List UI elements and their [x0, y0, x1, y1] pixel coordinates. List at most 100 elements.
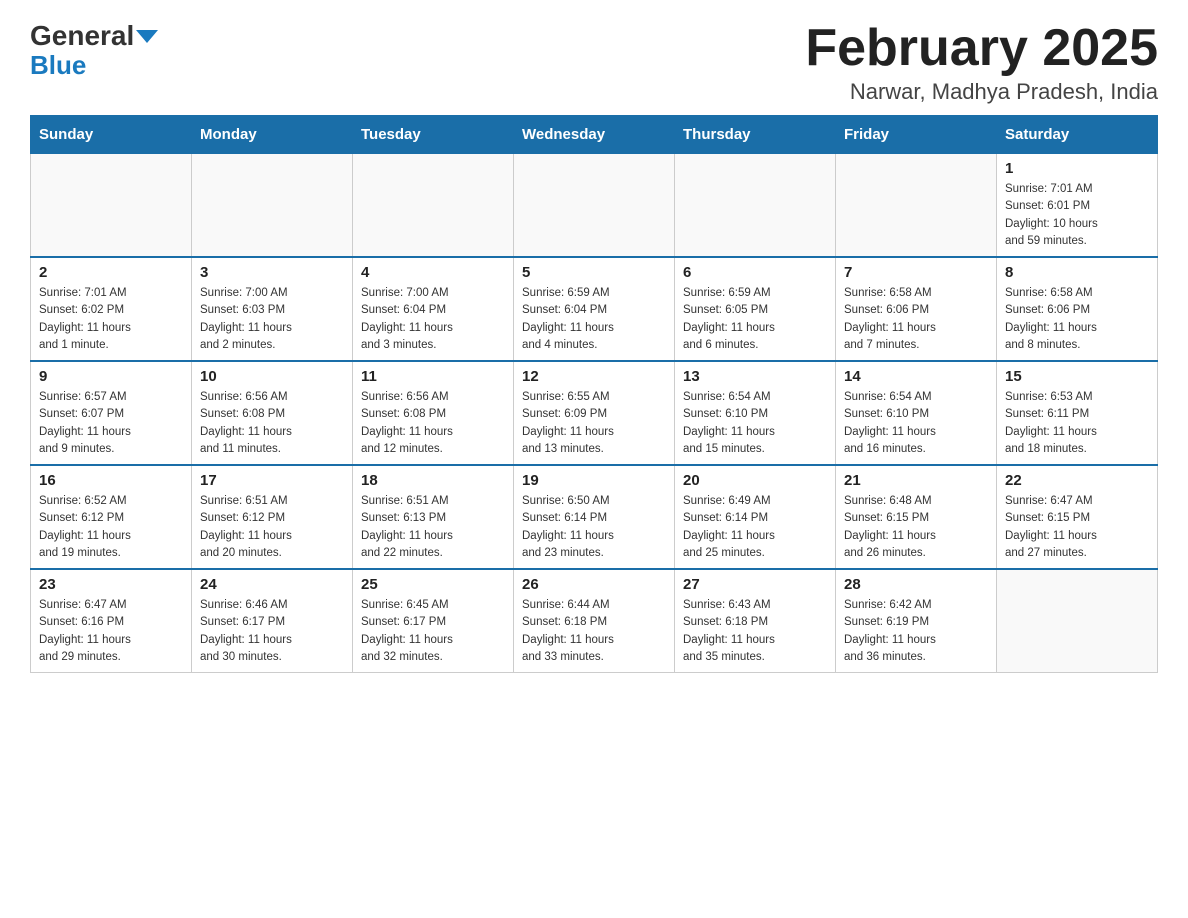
subtitle: Narwar, Madhya Pradesh, India — [805, 79, 1158, 105]
day-number: 27 — [683, 576, 827, 593]
calendar-day-cell: 13 Sunrise: 6:54 AMSunset: 6:10 PMDayligh… — [675, 361, 836, 465]
day-number: 23 — [39, 576, 183, 593]
title-block: February 2025 Narwar, Madhya Pradesh, In… — [805, 20, 1158, 105]
calendar-day-cell — [31, 154, 192, 258]
day-info: Sunrise: 6:47 AMSunset: 6:15 PMDaylight:… — [1005, 493, 1149, 562]
calendar-week-row: 9 Sunrise: 6:57 AMSunset: 6:07 PMDaylight… — [31, 361, 1158, 465]
calendar-day-cell: 27 Sunrise: 6:43 AMSunset: 6:18 PMDayligh… — [675, 569, 836, 673]
calendar-day-cell: 20 Sunrise: 6:49 AMSunset: 6:14 PMDayligh… — [675, 465, 836, 569]
day-info: Sunrise: 6:42 AMSunset: 6:19 PMDaylight:… — [844, 597, 988, 666]
day-info: Sunrise: 7:00 AMSunset: 6:04 PMDaylight:… — [361, 285, 505, 354]
day-number: 19 — [522, 472, 666, 489]
day-number: 6 — [683, 264, 827, 281]
calendar-day-cell: 24 Sunrise: 6:46 AMSunset: 6:17 PMDayligh… — [192, 569, 353, 673]
calendar-day-cell: 23 Sunrise: 6:47 AMSunset: 6:16 PMDayligh… — [31, 569, 192, 673]
calendar-table: SundayMondayTuesdayWednesdayThursdayFrid… — [30, 115, 1158, 673]
logo-general-text: General — [30, 20, 134, 52]
day-number: 26 — [522, 576, 666, 593]
calendar-day-cell: 4Sunrise: 7:00 AMSunset: 6:04 PMDaylight… — [353, 257, 514, 361]
logo-arrow-icon — [136, 30, 158, 43]
calendar-day-cell: 11 Sunrise: 6:56 AMSunset: 6:08 PMDayligh… — [353, 361, 514, 465]
day-info: Sunrise: 6:46 AMSunset: 6:17 PMDaylight:… — [200, 597, 344, 666]
calendar-week-row: 1 Sunrise: 7:01 AMSunset: 6:01 PMDaylight… — [31, 154, 1158, 258]
day-info: Sunrise: 6:52 AMSunset: 6:12 PMDaylight:… — [39, 493, 183, 562]
weekday-header-friday: Friday — [836, 116, 997, 154]
day-info: Sunrise: 6:51 AMSunset: 6:13 PMDaylight:… — [361, 493, 505, 562]
day-info: Sunrise: 6:59 AMSunset: 6:04 PMDaylight:… — [522, 285, 666, 354]
day-info: Sunrise: 6:49 AMSunset: 6:14 PMDaylight:… — [683, 493, 827, 562]
day-number: 3 — [200, 264, 344, 281]
calendar-day-cell — [353, 154, 514, 258]
calendar-day-cell: 5 Sunrise: 6:59 AMSunset: 6:04 PMDaylight… — [514, 257, 675, 361]
day-number: 8 — [1005, 264, 1149, 281]
logo-blue-text: Blue — [30, 50, 86, 81]
day-info: Sunrise: 6:59 AMSunset: 6:05 PMDaylight:… — [683, 285, 827, 354]
weekday-header-wednesday: Wednesday — [514, 116, 675, 154]
day-number: 28 — [844, 576, 988, 593]
calendar-day-cell: 26 Sunrise: 6:44 AMSunset: 6:18 PMDayligh… — [514, 569, 675, 673]
day-number: 20 — [683, 472, 827, 489]
calendar-day-cell: 2 Sunrise: 7:01 AMSunset: 6:02 PMDaylight… — [31, 257, 192, 361]
day-info: Sunrise: 6:51 AMSunset: 6:12 PMDaylight:… — [200, 493, 344, 562]
calendar-day-cell: 3 Sunrise: 7:00 AMSunset: 6:03 PMDaylight… — [192, 257, 353, 361]
calendar-day-cell: 7Sunrise: 6:58 AMSunset: 6:06 PMDaylight… — [836, 257, 997, 361]
weekday-header-thursday: Thursday — [675, 116, 836, 154]
day-info: Sunrise: 6:54 AMSunset: 6:10 PMDaylight:… — [844, 389, 988, 458]
calendar-day-cell: 15Sunrise: 6:53 AMSunset: 6:11 PMDayligh… — [997, 361, 1158, 465]
day-info: Sunrise: 6:45 AMSunset: 6:17 PMDaylight:… — [361, 597, 505, 666]
calendar-day-cell: 6 Sunrise: 6:59 AMSunset: 6:05 PMDaylight… — [675, 257, 836, 361]
day-number: 9 — [39, 368, 183, 385]
day-number: 25 — [361, 576, 505, 593]
day-info: Sunrise: 7:00 AMSunset: 6:03 PMDaylight:… — [200, 285, 344, 354]
day-info: Sunrise: 6:56 AMSunset: 6:08 PMDaylight:… — [200, 389, 344, 458]
calendar-day-cell: 8 Sunrise: 6:58 AMSunset: 6:06 PMDaylight… — [997, 257, 1158, 361]
day-info: Sunrise: 6:54 AMSunset: 6:10 PMDaylight:… — [683, 389, 827, 458]
page-header: General Blue February 2025 Narwar, Madhy… — [30, 20, 1158, 105]
calendar-day-cell: 17 Sunrise: 6:51 AMSunset: 6:12 PMDayligh… — [192, 465, 353, 569]
weekday-header-monday: Monday — [192, 116, 353, 154]
calendar-day-cell: 19 Sunrise: 6:50 AMSunset: 6:14 PMDayligh… — [514, 465, 675, 569]
day-number: 2 — [39, 264, 183, 281]
calendar-day-cell — [514, 154, 675, 258]
day-info: Sunrise: 6:57 AMSunset: 6:07 PMDaylight:… — [39, 389, 183, 458]
day-info: Sunrise: 6:48 AMSunset: 6:15 PMDaylight:… — [844, 493, 988, 562]
day-info: Sunrise: 6:53 AMSunset: 6:11 PMDaylight:… — [1005, 389, 1149, 458]
day-number: 7 — [844, 264, 988, 281]
calendar-day-cell: 18 Sunrise: 6:51 AMSunset: 6:13 PMDayligh… — [353, 465, 514, 569]
day-info: Sunrise: 6:55 AMSunset: 6:09 PMDaylight:… — [522, 389, 666, 458]
day-info: Sunrise: 7:01 AMSunset: 6:02 PMDaylight:… — [39, 285, 183, 354]
calendar-day-cell: 25 Sunrise: 6:45 AMSunset: 6:17 PMDayligh… — [353, 569, 514, 673]
day-info: Sunrise: 6:47 AMSunset: 6:16 PMDaylight:… — [39, 597, 183, 666]
day-info: Sunrise: 6:44 AMSunset: 6:18 PMDaylight:… — [522, 597, 666, 666]
day-number: 13 — [683, 368, 827, 385]
calendar-day-cell — [836, 154, 997, 258]
calendar-day-cell: 21 Sunrise: 6:48 AMSunset: 6:15 PMDayligh… — [836, 465, 997, 569]
calendar-day-cell: 12 Sunrise: 6:55 AMSunset: 6:09 PMDayligh… — [514, 361, 675, 465]
calendar-week-row: 16 Sunrise: 6:52 AMSunset: 6:12 PMDayligh… — [31, 465, 1158, 569]
main-title: February 2025 — [805, 20, 1158, 77]
day-number: 18 — [361, 472, 505, 489]
day-number: 5 — [522, 264, 666, 281]
day-info: Sunrise: 6:56 AMSunset: 6:08 PMDaylight:… — [361, 389, 505, 458]
logo: General Blue — [30, 20, 158, 81]
calendar-week-row: 2 Sunrise: 7:01 AMSunset: 6:02 PMDaylight… — [31, 257, 1158, 361]
day-info: Sunrise: 6:50 AMSunset: 6:14 PMDaylight:… — [522, 493, 666, 562]
day-info: Sunrise: 6:58 AMSunset: 6:06 PMDaylight:… — [1005, 285, 1149, 354]
day-number: 24 — [200, 576, 344, 593]
calendar-day-cell — [997, 569, 1158, 673]
day-number: 11 — [361, 368, 505, 385]
day-number: 16 — [39, 472, 183, 489]
day-number: 21 — [844, 472, 988, 489]
logo-icon — [136, 30, 158, 43]
day-info: Sunrise: 6:43 AMSunset: 6:18 PMDaylight:… — [683, 597, 827, 666]
day-info: Sunrise: 7:01 AMSunset: 6:01 PMDaylight:… — [1005, 181, 1149, 250]
day-number: 17 — [200, 472, 344, 489]
calendar-day-cell: 16 Sunrise: 6:52 AMSunset: 6:12 PMDayligh… — [31, 465, 192, 569]
day-number: 12 — [522, 368, 666, 385]
calendar-day-cell: 10Sunrise: 6:56 AMSunset: 6:08 PMDayligh… — [192, 361, 353, 465]
day-number: 1 — [1005, 160, 1149, 177]
weekday-header-tuesday: Tuesday — [353, 116, 514, 154]
day-number: 14 — [844, 368, 988, 385]
calendar-header-row: SundayMondayTuesdayWednesdayThursdayFrid… — [31, 116, 1158, 154]
calendar-day-cell: 14 Sunrise: 6:54 AMSunset: 6:10 PMDayligh… — [836, 361, 997, 465]
